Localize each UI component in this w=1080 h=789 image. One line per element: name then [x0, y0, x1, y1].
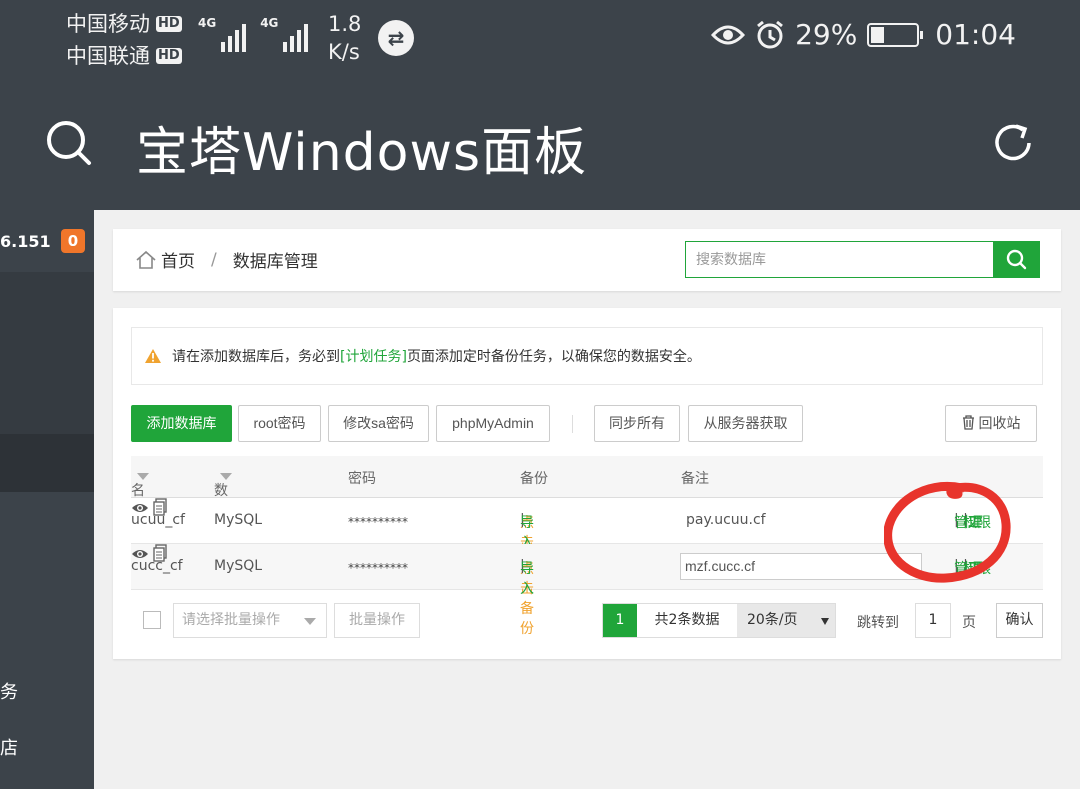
server-ip: 6.151 [0, 232, 51, 251]
table-footer: 请选择批量操作 批量操作 1 共2条数据 20条/页 跳转到 1 页 确认 [131, 601, 1043, 639]
jump-label: 跳转到 [857, 615, 899, 631]
phpmyadmin-button[interactable]: phpMyAdmin [436, 405, 550, 442]
hd-badge-2: HD [156, 48, 182, 64]
chevron-down-icon [304, 618, 316, 625]
battery-percent: 29% [795, 18, 858, 51]
page-size-select[interactable]: 20条/页 [737, 604, 835, 637]
warning-icon [145, 349, 161, 363]
breadcrumb-bar: 首页 / 数据库管理 搜索数据库 [113, 229, 1061, 291]
annotation-circle [884, 482, 1011, 583]
col-name[interactable]: 名 [131, 468, 149, 499]
database-search-input[interactable]: 搜索数据库 [685, 241, 993, 278]
page-current[interactable]: 1 [603, 604, 637, 637]
carrier-name-2: 中国联通 [66, 44, 150, 68]
signal-icon: 4G [260, 16, 309, 52]
sa-password-button[interactable]: 修改sa密码 [328, 405, 429, 442]
eye-icon [711, 25, 746, 44]
sidebar-item-store[interactable]: 店 [0, 734, 18, 760]
carrier-name-1: 中国移动 [66, 12, 150, 36]
app-bar: 宝塔Windows面板 [0, 80, 1080, 210]
db-name: cucc_cf [131, 558, 183, 574]
dropdown-arrow-icon [821, 618, 829, 625]
signal-indicators: 4G 4G [198, 16, 309, 52]
refresh-icon[interactable] [990, 120, 1036, 166]
fetch-from-server-button[interactable]: 从服务器获取 [688, 405, 803, 442]
sidebar-item-active[interactable] [0, 434, 94, 492]
notice-text: 请在添加数据库后，务必到[计划任务]页面添加定时备份任务，以确保您的数据安全。 [172, 349, 701, 365]
root-password-button[interactable]: root密码 [238, 405, 321, 442]
confirm-jump-button[interactable]: 确认 [996, 603, 1043, 638]
add-database-button[interactable]: 添加数据库 [131, 405, 232, 442]
col-password: 密码 [348, 471, 376, 487]
db-password: ********** [348, 515, 408, 529]
schedule-task-link[interactable]: [计划任务] [340, 349, 407, 365]
col-backup: 备份 [520, 471, 548, 487]
home-icon[interactable] [135, 250, 157, 270]
search-icon[interactable] [46, 120, 92, 166]
jump-page-input[interactable]: 1 [915, 603, 951, 638]
page-unit-label: 页 [962, 615, 976, 631]
signal-icon: 4G [198, 16, 247, 52]
notification-badge[interactable]: 0 [61, 229, 85, 253]
toolbar: 添加数据库 root密码 修改sa密码 phpMyAdmin 同步所有 从服务器… [131, 405, 1043, 443]
app-title: 宝塔Windows面板 [136, 123, 588, 183]
search-button[interactable] [993, 241, 1040, 278]
recycle-bin-button[interactable]: 回收站 [945, 405, 1037, 442]
sidebar: 6.151 0 务 店 [0, 210, 94, 789]
status-bar: 中国移动 HD 中国联通 HD 4G 4G 1.8 K/s ⇄ 29% 01:04 [0, 0, 1080, 80]
col-type[interactable]: 数据库类型 [214, 468, 232, 579]
trash-icon [962, 415, 974, 430]
select-all-checkbox[interactable] [143, 611, 161, 629]
pagination: 1 共2条数据 20条/页 [602, 603, 836, 638]
search-icon [1006, 249, 1027, 270]
status-right: 29% 01:04 [711, 18, 1016, 51]
db-type: MySQL [214, 558, 263, 574]
breadcrumb-home[interactable]: 首页 [161, 247, 195, 272]
col-note: 备注 [681, 471, 709, 487]
breadcrumb-current: 数据库管理 [232, 252, 318, 272]
db-type: MySQL [214, 512, 263, 528]
backup-notice: 请在添加数据库后，务必到[计划任务]页面添加定时备份任务，以确保您的数据安全。 [131, 327, 1043, 385]
alarm-icon [757, 20, 783, 48]
batch-operation-button[interactable]: 批量操作 [334, 603, 420, 638]
sidebar-item-tasks[interactable]: 务 [0, 678, 18, 704]
remote-swap-icon: ⇄ [378, 20, 414, 56]
carrier-info: 中国移动 HD 中国联通 HD [66, 8, 182, 72]
breadcrumb-separator: / [211, 249, 217, 270]
db-note[interactable]: pay.ucuu.cf [686, 512, 766, 528]
total-count: 共2条数据 [637, 604, 737, 637]
clock: 01:04 [935, 18, 1016, 51]
network-speed: 1.8 K/s [328, 12, 362, 64]
db-name: ucuu_cf [131, 512, 185, 528]
battery-icon [867, 22, 924, 47]
sync-all-button[interactable]: 同步所有 [594, 405, 680, 442]
toolbar-divider [572, 415, 573, 433]
batch-operation-select[interactable]: 请选择批量操作 [173, 603, 327, 638]
db-password: ********** [348, 561, 408, 575]
hd-badge-1: HD [156, 16, 182, 32]
breadcrumb: 首页 / 数据库管理 [135, 247, 318, 272]
import-link[interactable]: 导入 [520, 558, 534, 598]
